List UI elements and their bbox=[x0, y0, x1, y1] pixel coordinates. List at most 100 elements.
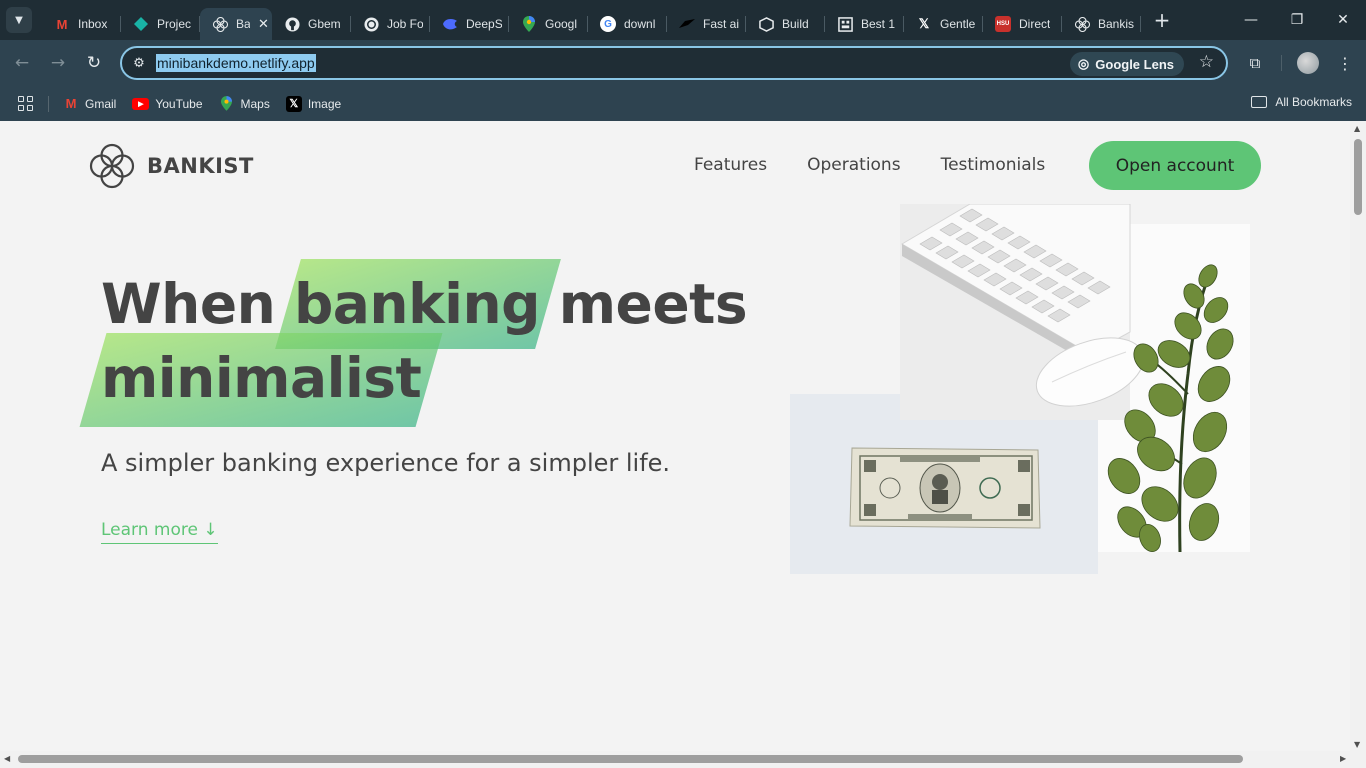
hsu-icon: HSU bbox=[995, 16, 1011, 32]
apps-grid-icon[interactable] bbox=[18, 95, 34, 112]
hero-subheading: A simpler banking experience for a simpl… bbox=[101, 449, 671, 477]
google-icon: G bbox=[600, 16, 616, 32]
tab-title: downl bbox=[624, 17, 656, 31]
bankist-logo[interactable]: BANKIST bbox=[89, 143, 254, 189]
back-button[interactable]: ← bbox=[6, 47, 38, 79]
tab[interactable]: HSU Direct bbox=[983, 8, 1062, 40]
grid-icon bbox=[837, 16, 853, 32]
scroll-right-icon[interactable]: ▶ bbox=[1340, 754, 1346, 763]
horizontal-scrollbar-thumb[interactable] bbox=[18, 755, 1243, 763]
window-controls: — ❐ ✕ bbox=[1228, 0, 1366, 40]
scroll-down-icon[interactable]: ▼ bbox=[1354, 740, 1360, 749]
learn-more-link[interactable]: Learn more ↓ bbox=[101, 520, 218, 544]
browser-toolbar: ← → ↻ ⚙ minibankdemo.netlify.app ◎ Googl… bbox=[0, 40, 1366, 86]
tab-title: DeepS bbox=[466, 17, 502, 31]
minimize-button[interactable]: — bbox=[1228, 0, 1274, 40]
google-lens-label: Google Lens bbox=[1095, 56, 1174, 72]
chatgpt-icon bbox=[363, 16, 379, 32]
headline-highlight: minimalist bbox=[101, 341, 422, 415]
vertical-scrollbar-thumb[interactable] bbox=[1354, 139, 1362, 215]
tab[interactable]: Best 1 bbox=[825, 8, 904, 40]
vertical-scrollbar[interactable]: ▲ ▼ bbox=[1350, 121, 1366, 751]
address-bar[interactable]: ⚙ minibankdemo.netlify.app ◎ Google Lens… bbox=[120, 46, 1228, 80]
reload-button[interactable]: ↻ bbox=[78, 47, 110, 79]
tab[interactable]: Build bbox=[746, 8, 825, 40]
bookmark-maps[interactable]: Maps bbox=[219, 96, 270, 112]
reload-icon: ↻ bbox=[86, 53, 102, 73]
bankist-logo-icon bbox=[89, 143, 135, 189]
bookmark-youtube[interactable]: ▶ YouTube bbox=[132, 96, 203, 111]
url-text[interactable]: minibankdemo.netlify.app bbox=[156, 54, 316, 72]
arrow-right-icon: → bbox=[50, 53, 66, 73]
new-tab-button[interactable]: + bbox=[1149, 7, 1175, 33]
logo-text: BANKIST bbox=[147, 154, 254, 178]
tab-title: Projec bbox=[157, 17, 192, 31]
minimize-icon: — bbox=[1244, 12, 1258, 28]
scroll-left-icon[interactable]: ◀ bbox=[4, 754, 10, 763]
tab-search-button[interactable]: ▼ bbox=[6, 7, 32, 33]
tab[interactable]: Gdownl bbox=[588, 8, 667, 40]
main-nav: Features Operations Testimonials bbox=[694, 155, 1045, 175]
avatar[interactable] bbox=[1297, 52, 1319, 74]
close-icon[interactable]: ✕ bbox=[258, 16, 269, 32]
site-info-icon[interactable]: ⚙ bbox=[122, 56, 156, 71]
bookmark-label: Maps bbox=[240, 96, 270, 111]
nav-link-features[interactable]: Features bbox=[694, 155, 767, 175]
tab[interactable]: M Inbox bbox=[42, 8, 121, 40]
bookmark-image[interactable]: 𝕏 Image bbox=[285, 95, 342, 112]
hero-image bbox=[790, 204, 1250, 574]
tab[interactable]: 𝕏 Gentle bbox=[904, 8, 983, 40]
all-bookmarks-button[interactable]: All Bookmarks bbox=[1251, 95, 1352, 109]
bookmark-gmail[interactable]: M Gmail bbox=[63, 96, 117, 112]
fast-icon bbox=[679, 16, 695, 32]
tab-title: Gentle bbox=[940, 17, 976, 31]
arrow-left-icon: ← bbox=[14, 53, 30, 73]
dollar-bill-illustration bbox=[849, 447, 1041, 529]
horizontal-scrollbar[interactable]: ◀ ▶ bbox=[0, 751, 1366, 768]
tab[interactable]: Googl bbox=[509, 8, 588, 40]
diamond-icon bbox=[133, 16, 149, 32]
x-icon: 𝕏 bbox=[285, 95, 302, 112]
tab[interactable]: Gbem bbox=[272, 8, 351, 40]
headline-word: When bbox=[101, 272, 276, 336]
close-window-button[interactable]: ✕ bbox=[1320, 0, 1366, 40]
bankist-icon bbox=[212, 16, 228, 32]
nav-link-operations[interactable]: Operations bbox=[807, 155, 900, 175]
scroll-up-icon[interactable]: ▲ bbox=[1354, 124, 1360, 133]
extensions-icon[interactable]: ⧉ bbox=[1242, 50, 1268, 76]
tab[interactable]: Projec bbox=[121, 8, 200, 40]
tab-title: Inbox bbox=[78, 17, 108, 31]
maps-icon bbox=[521, 16, 537, 32]
tab[interactable]: Job Fo bbox=[351, 8, 430, 40]
all-bookmarks-label: All Bookmarks bbox=[1275, 95, 1352, 109]
headline-highlight-text: minimalist bbox=[101, 346, 422, 410]
tab-active[interactable]: Ba ✕ bbox=[200, 8, 272, 40]
headline-line-2: minimalist bbox=[101, 341, 747, 415]
tab[interactable]: Fast ai bbox=[667, 8, 746, 40]
tab-title: Bankis bbox=[1098, 17, 1134, 31]
tab[interactable]: Bankis bbox=[1062, 8, 1141, 40]
tab-title: Ba bbox=[236, 17, 250, 31]
bookmark-label: YouTube bbox=[155, 96, 203, 111]
close-icon: ✕ bbox=[1337, 12, 1349, 28]
hero-headline: When banking meets minimalist bbox=[101, 267, 748, 415]
tab-title: Build bbox=[782, 17, 809, 31]
folder-icon bbox=[1251, 96, 1268, 108]
google-lens-button[interactable]: ◎ Google Lens bbox=[1069, 52, 1184, 76]
tab-title: Job Fo bbox=[387, 17, 423, 31]
bookmark-label: Image bbox=[307, 96, 342, 111]
nav-link-testimonials[interactable]: Testimonials bbox=[941, 155, 1046, 175]
tab[interactable]: DeepS bbox=[430, 8, 509, 40]
gmail-icon: M bbox=[65, 96, 77, 111]
forward-button[interactable]: → bbox=[42, 47, 74, 79]
tab-strip: ▼ M Inbox Projec Ba ✕ Gbem Job Fo DeepS Go… bbox=[0, 0, 1366, 40]
kebab-menu-icon[interactable]: ⋮ bbox=[1335, 50, 1355, 76]
tab-title: Fast ai bbox=[703, 17, 739, 31]
headline-highlight-text: banking bbox=[293, 272, 541, 336]
plus-icon: + bbox=[1153, 8, 1171, 32]
restore-button[interactable]: ❐ bbox=[1274, 0, 1320, 40]
maps-icon bbox=[219, 96, 235, 112]
bookmark-star-icon[interactable]: ☆ bbox=[1199, 52, 1214, 72]
lens-icon: ◎ bbox=[1077, 56, 1090, 71]
open-account-button[interactable]: Open account bbox=[1089, 141, 1261, 190]
